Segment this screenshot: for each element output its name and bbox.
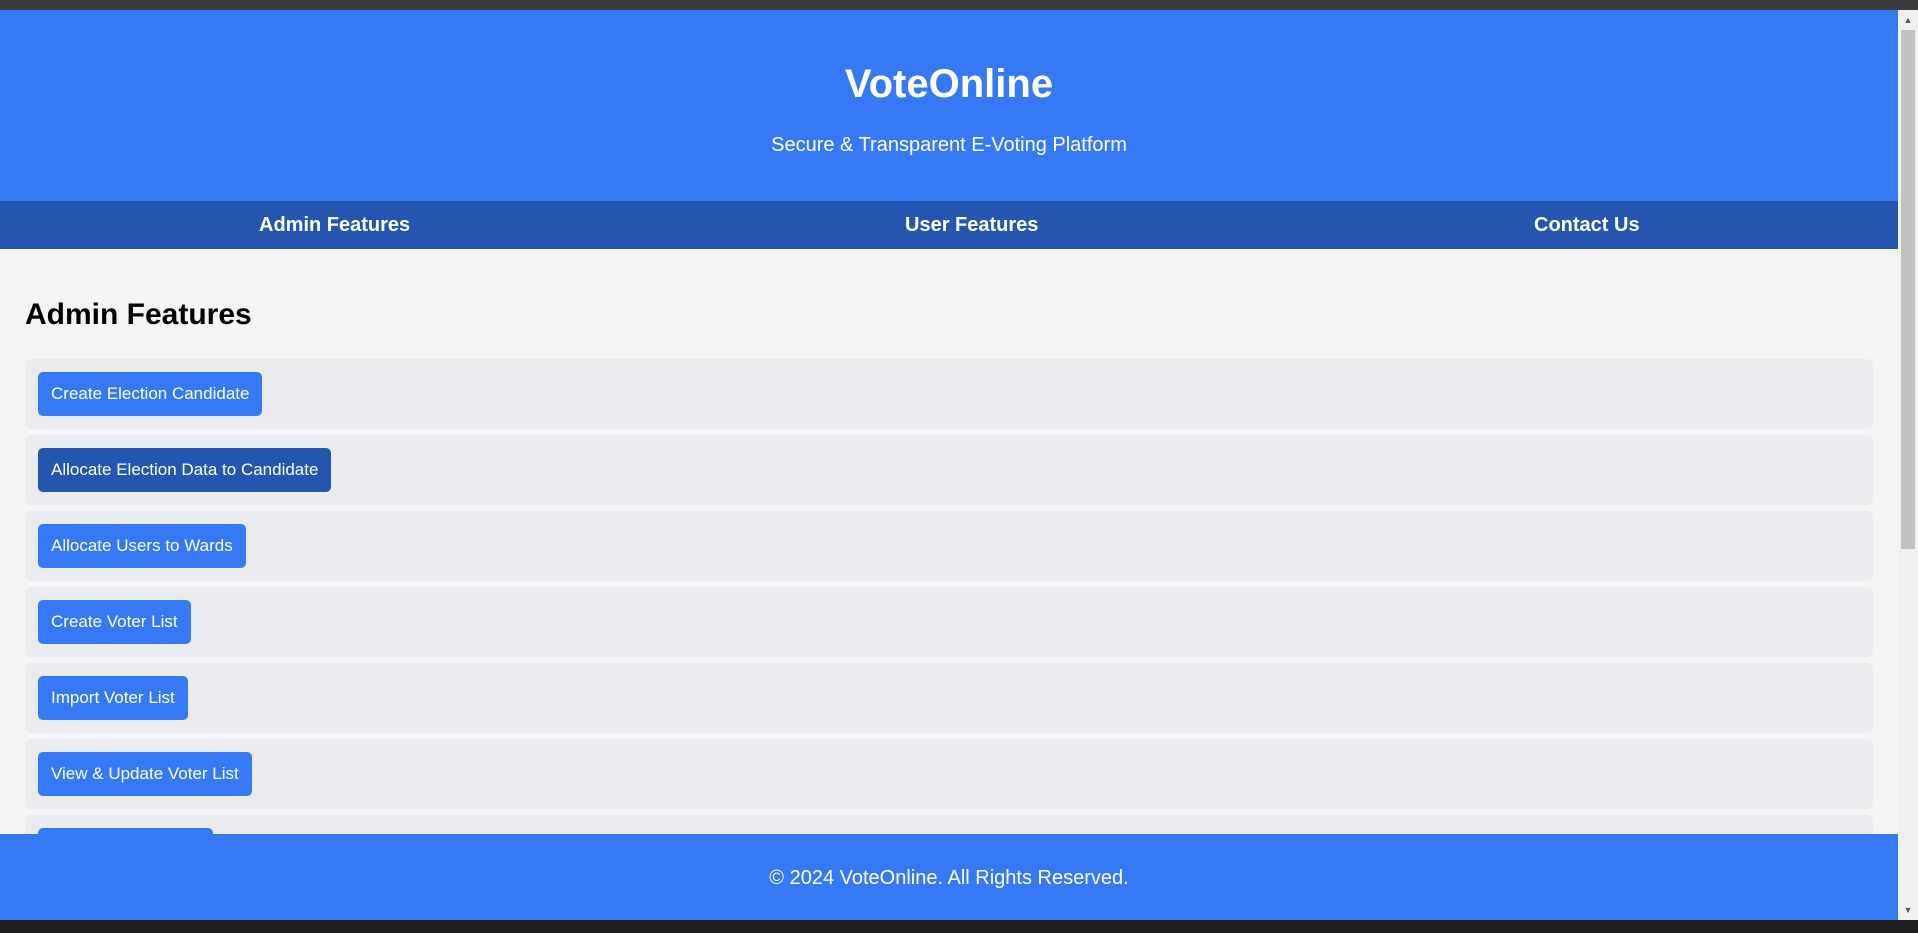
- site-subtitle: Secure & Transparent E-Voting Platform: [771, 134, 1127, 156]
- page-viewport: VoteOnline Secure & Transparent E-Voting…: [0, 10, 1898, 920]
- feature-list: Create Election Candidate Allocate Elect…: [25, 359, 1873, 844]
- feature-item: Create Election Candidate: [25, 359, 1873, 429]
- nav-user-features[interactable]: User Features: [905, 214, 1038, 237]
- create-election-candidate-button[interactable]: Create Election Candidate: [38, 372, 263, 416]
- nav-contact-us[interactable]: Contact Us: [1534, 214, 1640, 237]
- footer-copyright: © 2024 VoteOnline. All Rights Reserved.: [769, 867, 1129, 889]
- feature-item: Import Voter List: [25, 663, 1873, 733]
- main-nav: Admin Features User Features Contact Us: [0, 201, 1898, 249]
- feature-item: Allocate Election Data to Candidate: [25, 435, 1873, 505]
- feature-item: View & Update Voter List: [25, 739, 1873, 809]
- main-content: Admin Features Create Election Candidate…: [0, 249, 1898, 844]
- site-header: VoteOnline Secure & Transparent E-Voting…: [0, 10, 1898, 201]
- site-footer: © 2024 VoteOnline. All Rights Reserved.: [0, 834, 1898, 920]
- vertical-scrollbar[interactable]: ▲ ▼: [1898, 10, 1918, 920]
- section-title: Admin Features: [25, 298, 252, 331]
- scrollbar-thumb[interactable]: [1901, 30, 1915, 549]
- nav-admin-features[interactable]: Admin Features: [259, 214, 410, 237]
- allocate-users-to-wards-button[interactable]: Allocate Users to Wards: [38, 524, 246, 568]
- allocate-election-data-button[interactable]: Allocate Election Data to Candidate: [38, 448, 332, 492]
- scroll-up-arrow-icon[interactable]: ▲: [1898, 10, 1918, 30]
- view-update-voter-list-button[interactable]: View & Update Voter List: [38, 752, 252, 796]
- create-voter-list-button[interactable]: Create Voter List: [38, 600, 191, 644]
- browser-top-bar: [0, 0, 1918, 10]
- site-title: VoteOnline: [844, 62, 1054, 106]
- taskbar-strip: [0, 920, 1918, 933]
- feature-item: Allocate Users to Wards: [25, 511, 1873, 581]
- scroll-down-arrow-icon[interactable]: ▼: [1898, 900, 1918, 920]
- import-voter-list-button[interactable]: Import Voter List: [38, 676, 188, 720]
- feature-item: Create Voter List: [25, 587, 1873, 657]
